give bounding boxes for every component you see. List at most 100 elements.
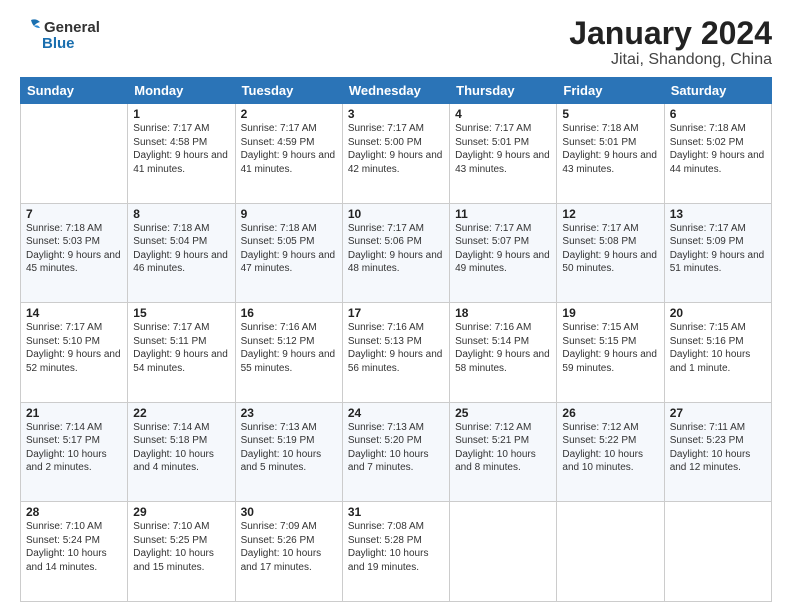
cell-info: Sunrise: 7:16 AMSunset: 5:12 PMDaylight:… [241, 321, 337, 375]
logo-general: General [44, 19, 100, 36]
day-number: 26 [562, 406, 658, 420]
table-row: 25 Sunrise: 7:12 AMSunset: 5:21 PMDaylig… [450, 402, 557, 502]
logo-blue: Blue [42, 35, 75, 52]
cell-info: Sunrise: 7:17 AMSunset: 5:00 PMDaylight:… [348, 122, 444, 176]
day-number: 31 [348, 505, 444, 519]
day-number: 11 [455, 207, 551, 221]
day-number: 14 [26, 306, 122, 320]
table-row: 8 Sunrise: 7:18 AMSunset: 5:04 PMDayligh… [128, 203, 235, 303]
cell-info: Sunrise: 7:13 AMSunset: 5:20 PMDaylight:… [348, 421, 444, 475]
day-number: 4 [455, 107, 551, 121]
day-number: 22 [133, 406, 229, 420]
table-row: 24 Sunrise: 7:13 AMSunset: 5:20 PMDaylig… [342, 402, 449, 502]
table-row: 31 Sunrise: 7:08 AMSunset: 5:28 PMDaylig… [342, 502, 449, 602]
logo: General Blue [20, 16, 100, 52]
table-row: 17 Sunrise: 7:16 AMSunset: 5:13 PMDaylig… [342, 303, 449, 403]
cell-info: Sunrise: 7:18 AMSunset: 5:02 PMDaylight:… [670, 122, 766, 176]
cell-info: Sunrise: 7:14 AMSunset: 5:18 PMDaylight:… [133, 421, 229, 475]
day-number: 3 [348, 107, 444, 121]
day-number: 21 [26, 406, 122, 420]
table-row: 6 Sunrise: 7:18 AMSunset: 5:02 PMDayligh… [664, 104, 771, 204]
table-row: 13 Sunrise: 7:17 AMSunset: 5:09 PMDaylig… [664, 203, 771, 303]
table-row: 23 Sunrise: 7:13 AMSunset: 5:19 PMDaylig… [235, 402, 342, 502]
table-row: 7 Sunrise: 7:18 AMSunset: 5:03 PMDayligh… [21, 203, 128, 303]
table-row: 16 Sunrise: 7:16 AMSunset: 5:12 PMDaylig… [235, 303, 342, 403]
day-number: 23 [241, 406, 337, 420]
cell-info: Sunrise: 7:17 AMSunset: 4:59 PMDaylight:… [241, 122, 337, 176]
day-number: 25 [455, 406, 551, 420]
day-number: 13 [670, 207, 766, 221]
table-row [450, 502, 557, 602]
table-row: 22 Sunrise: 7:14 AMSunset: 5:18 PMDaylig… [128, 402, 235, 502]
day-number: 28 [26, 505, 122, 519]
table-row: 27 Sunrise: 7:11 AMSunset: 5:23 PMDaylig… [664, 402, 771, 502]
table-row: 15 Sunrise: 7:17 AMSunset: 5:11 PMDaylig… [128, 303, 235, 403]
table-row: 14 Sunrise: 7:17 AMSunset: 5:10 PMDaylig… [21, 303, 128, 403]
calendar-week-row: 7 Sunrise: 7:18 AMSunset: 5:03 PMDayligh… [21, 203, 772, 303]
day-number: 24 [348, 406, 444, 420]
col-sunday: Sunday [21, 78, 128, 104]
col-monday: Monday [128, 78, 235, 104]
table-row: 28 Sunrise: 7:10 AMSunset: 5:24 PMDaylig… [21, 502, 128, 602]
day-number: 10 [348, 207, 444, 221]
day-number: 17 [348, 306, 444, 320]
day-number: 6 [670, 107, 766, 121]
table-row: 4 Sunrise: 7:17 AMSunset: 5:01 PMDayligh… [450, 104, 557, 204]
calendar-table: Sunday Monday Tuesday Wednesday Thursday… [20, 77, 772, 602]
day-number: 18 [455, 306, 551, 320]
calendar-week-row: 21 Sunrise: 7:14 AMSunset: 5:17 PMDaylig… [21, 402, 772, 502]
table-row [557, 502, 664, 602]
title-block: January 2024 Jitai, Shandong, China [569, 16, 772, 69]
day-number: 5 [562, 107, 658, 121]
table-row: 9 Sunrise: 7:18 AMSunset: 5:05 PMDayligh… [235, 203, 342, 303]
day-number: 8 [133, 207, 229, 221]
cell-info: Sunrise: 7:16 AMSunset: 5:14 PMDaylight:… [455, 321, 551, 375]
table-row: 19 Sunrise: 7:15 AMSunset: 5:15 PMDaylig… [557, 303, 664, 403]
table-row: 1 Sunrise: 7:17 AMSunset: 4:58 PMDayligh… [128, 104, 235, 204]
cell-info: Sunrise: 7:17 AMSunset: 5:09 PMDaylight:… [670, 222, 766, 276]
calendar-subtitle: Jitai, Shandong, China [569, 51, 772, 69]
cell-info: Sunrise: 7:12 AMSunset: 5:21 PMDaylight:… [455, 421, 551, 475]
cell-info: Sunrise: 7:16 AMSunset: 5:13 PMDaylight:… [348, 321, 444, 375]
page-header: General Blue January 2024 Jitai, Shandon… [20, 16, 772, 69]
table-row: 3 Sunrise: 7:17 AMSunset: 5:00 PMDayligh… [342, 104, 449, 204]
day-number: 30 [241, 505, 337, 519]
cell-info: Sunrise: 7:17 AMSunset: 5:01 PMDaylight:… [455, 122, 551, 176]
table-row: 18 Sunrise: 7:16 AMSunset: 5:14 PMDaylig… [450, 303, 557, 403]
cell-info: Sunrise: 7:17 AMSunset: 5:07 PMDaylight:… [455, 222, 551, 276]
cell-info: Sunrise: 7:12 AMSunset: 5:22 PMDaylight:… [562, 421, 658, 475]
calendar-week-row: 14 Sunrise: 7:17 AMSunset: 5:10 PMDaylig… [21, 303, 772, 403]
table-row: 12 Sunrise: 7:17 AMSunset: 5:08 PMDaylig… [557, 203, 664, 303]
col-saturday: Saturday [664, 78, 771, 104]
col-wednesday: Wednesday [342, 78, 449, 104]
cell-info: Sunrise: 7:17 AMSunset: 4:58 PMDaylight:… [133, 122, 229, 176]
day-number: 29 [133, 505, 229, 519]
cell-info: Sunrise: 7:13 AMSunset: 5:19 PMDaylight:… [241, 421, 337, 475]
calendar-title: January 2024 [569, 16, 772, 51]
calendar-week-row: 1 Sunrise: 7:17 AMSunset: 4:58 PMDayligh… [21, 104, 772, 204]
table-row [664, 502, 771, 602]
cell-info: Sunrise: 7:11 AMSunset: 5:23 PMDaylight:… [670, 421, 766, 475]
day-number: 27 [670, 406, 766, 420]
table-row: 29 Sunrise: 7:10 AMSunset: 5:25 PMDaylig… [128, 502, 235, 602]
cell-info: Sunrise: 7:10 AMSunset: 5:24 PMDaylight:… [26, 520, 122, 574]
day-number: 16 [241, 306, 337, 320]
cell-info: Sunrise: 7:18 AMSunset: 5:05 PMDaylight:… [241, 222, 337, 276]
col-thursday: Thursday [450, 78, 557, 104]
table-row: 30 Sunrise: 7:09 AMSunset: 5:26 PMDaylig… [235, 502, 342, 602]
day-number: 2 [241, 107, 337, 121]
table-row: 26 Sunrise: 7:12 AMSunset: 5:22 PMDaylig… [557, 402, 664, 502]
calendar-page: General Blue January 2024 Jitai, Shandon… [0, 0, 792, 612]
day-number: 9 [241, 207, 337, 221]
table-row: 10 Sunrise: 7:17 AMSunset: 5:06 PMDaylig… [342, 203, 449, 303]
col-tuesday: Tuesday [235, 78, 342, 104]
calendar-header-row: Sunday Monday Tuesday Wednesday Thursday… [21, 78, 772, 104]
table-row: 21 Sunrise: 7:14 AMSunset: 5:17 PMDaylig… [21, 402, 128, 502]
day-number: 20 [670, 306, 766, 320]
logo-bird-icon [20, 16, 42, 38]
cell-info: Sunrise: 7:17 AMSunset: 5:11 PMDaylight:… [133, 321, 229, 375]
day-number: 7 [26, 207, 122, 221]
table-row [21, 104, 128, 204]
cell-info: Sunrise: 7:18 AMSunset: 5:03 PMDaylight:… [26, 222, 122, 276]
cell-info: Sunrise: 7:09 AMSunset: 5:26 PMDaylight:… [241, 520, 337, 574]
